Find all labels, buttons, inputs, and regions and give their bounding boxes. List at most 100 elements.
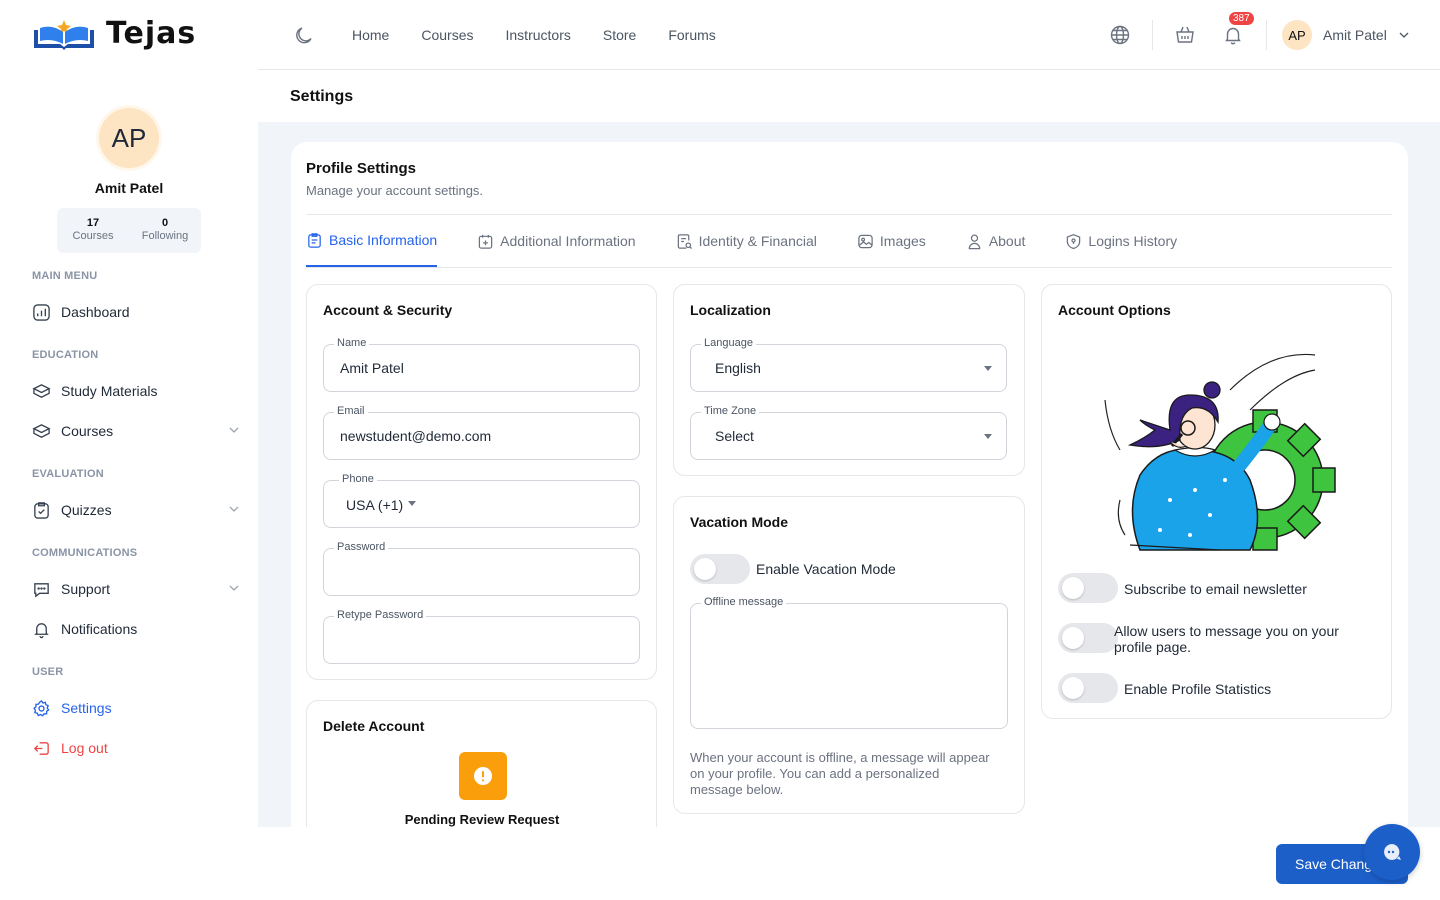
sidebar-item-study-materials[interactable]: Study Materials — [32, 379, 240, 403]
courses-icon — [32, 423, 51, 438]
section-education: EDUCATION — [32, 349, 99, 361]
nav-courses[interactable]: Courses — [421, 27, 473, 43]
footer-area — [258, 827, 1440, 900]
bell-icon[interactable] — [1222, 24, 1244, 46]
notification-badge: 387 — [1228, 11, 1255, 26]
sidebar-item-courses[interactable]: Courses — [32, 419, 240, 443]
warning-badge — [459, 752, 507, 800]
email-value: newstudent@demo.com — [340, 428, 492, 444]
allow-messages-toggle[interactable] — [1058, 623, 1118, 653]
offline-message-input[interactable]: Offline message — [690, 596, 1008, 729]
vacation-mode-label: Enable Vacation Mode — [756, 561, 896, 577]
header-user-name[interactable]: Amit Patel — [1323, 27, 1387, 43]
section-user: USER — [32, 666, 64, 678]
dashboard-icon — [33, 303, 50, 321]
profile-statistics-label: Enable Profile Statistics — [1124, 681, 1272, 697]
account-options-title: Account Options — [1058, 302, 1171, 318]
logout-icon — [33, 741, 49, 755]
phone-field[interactable]: Phone USA (+1) — [323, 473, 640, 528]
brand-logo[interactable]: Tejas — [32, 14, 196, 52]
header-divider — [1152, 20, 1153, 50]
sidebar-item-notifications-label: Notifications — [61, 621, 138, 637]
vacation-mode-toggle[interactable] — [690, 554, 750, 584]
sidebar-item-logout[interactable]: Log out — [32, 736, 240, 760]
sidebar-item-notifications[interactable]: Notifications — [32, 617, 240, 641]
retype-password-field[interactable]: Retype Password — [323, 609, 640, 664]
sidebar-item-quizzes[interactable]: Quizzes — [32, 498, 240, 522]
top-bar: Home Courses Instructors Store Forums 38… — [258, 0, 1440, 70]
image-icon — [858, 234, 873, 248]
chevron-down-icon — [229, 585, 239, 591]
chat-icon — [34, 582, 49, 597]
localization-panel: Localization Language English Time Zone … — [673, 284, 1025, 476]
tab-basic-information[interactable]: Basic Information — [306, 215, 438, 267]
sidebar-item-settings-label: Settings — [61, 700, 112, 716]
profile-statistics-toggle[interactable] — [1058, 673, 1118, 703]
pending-review-status: Pending Review Request — [404, 812, 560, 827]
header-avatar[interactable]: AP — [1282, 20, 1312, 50]
header-divider — [1266, 20, 1267, 50]
tab-images[interactable]: Images — [857, 215, 926, 267]
nav-forums[interactable]: Forums — [668, 27, 715, 43]
timezone-select[interactable]: Time Zone Select — [690, 405, 1007, 460]
settings-tabs: Basic Information Additional Information… — [306, 215, 1392, 268]
section-evaluation: EVALUATION — [32, 468, 104, 480]
tab-logins-history-label: Logins History — [1088, 233, 1178, 249]
stat-courses-label: Courses — [72, 230, 114, 242]
phone-country-select[interactable]: USA (+1) — [346, 497, 403, 513]
section-main-menu: MAIN MENU — [32, 270, 98, 282]
profile-stats: 17 Courses 0 Following — [57, 208, 201, 253]
tab-logins-history[interactable]: Logins History — [1065, 215, 1177, 267]
sidebar-item-settings[interactable]: Settings — [32, 696, 240, 720]
gear-icon — [33, 699, 50, 717]
sidebar-item-study-materials-label: Study Materials — [61, 383, 158, 399]
caret-down-icon — [408, 501, 416, 506]
password-field[interactable]: Password — [323, 541, 640, 596]
tab-additional-information[interactable]: Additional Information — [477, 215, 636, 267]
stat-courses-value: 17 — [86, 217, 100, 229]
chevron-down-icon[interactable] — [1398, 29, 1410, 41]
newsletter-toggle[interactable] — [1058, 573, 1118, 603]
sidebar-item-dashboard[interactable]: Dashboard — [32, 300, 240, 324]
tab-about-label: About — [988, 233, 1026, 249]
book-icon — [32, 383, 51, 398]
nav-home[interactable]: Home — [352, 27, 389, 43]
tab-basic-information-label: Basic Information — [329, 232, 438, 248]
tab-additional-information-label: Additional Information — [500, 233, 636, 249]
name-value: Amit Patel — [340, 360, 404, 376]
moon-icon[interactable] — [294, 25, 314, 45]
language-label: Language — [701, 337, 756, 349]
basket-icon[interactable] — [1174, 24, 1196, 46]
timezone-label: Time Zone — [701, 405, 760, 417]
clipboard-check-icon — [34, 501, 49, 519]
language-select[interactable]: Language English — [690, 337, 1007, 392]
tab-about[interactable]: About — [966, 215, 1026, 267]
sidebar-item-courses-label: Courses — [61, 423, 114, 439]
globe-icon[interactable] — [1109, 24, 1131, 46]
tab-identity-financial[interactable]: Identity & Financial — [676, 215, 817, 267]
stat-following-label: Following — [141, 230, 189, 242]
nav-store[interactable]: Store — [603, 27, 636, 43]
section-communications: COMMUNICATIONS — [32, 547, 138, 559]
vacation-mode-title: Vacation Mode — [690, 514, 789, 530]
offline-message-label: Offline message — [701, 596, 787, 608]
profile-avatar[interactable]: AP — [99, 108, 159, 168]
profile-name: Amit Patel — [94, 180, 164, 196]
chevron-down-icon — [229, 427, 239, 433]
newsletter-label: Subscribe to email newsletter — [1124, 581, 1307, 597]
sidebar-item-support[interactable]: Support — [32, 577, 240, 601]
caret-down-icon — [984, 434, 992, 439]
tab-images-label: Images — [879, 233, 926, 249]
clipboard-icon — [308, 232, 321, 248]
tab-identity-financial-label: Identity & Financial — [698, 233, 817, 249]
email-label: Email — [334, 405, 368, 417]
retype-password-label: Retype Password — [334, 609, 427, 621]
account-options-panel: Account Options Subscribe to email newsl… — [1041, 284, 1392, 719]
sidebar-item-support-label: Support — [61, 581, 111, 597]
email-field[interactable]: Email newstudent@demo.com — [323, 405, 640, 460]
name-field[interactable]: Name Amit Patel — [323, 337, 640, 392]
page-title: Settings — [290, 88, 354, 105]
nav-instructors[interactable]: Instructors — [506, 27, 571, 43]
chat-button[interactable] — [1364, 824, 1420, 880]
language-value: English — [715, 360, 761, 376]
